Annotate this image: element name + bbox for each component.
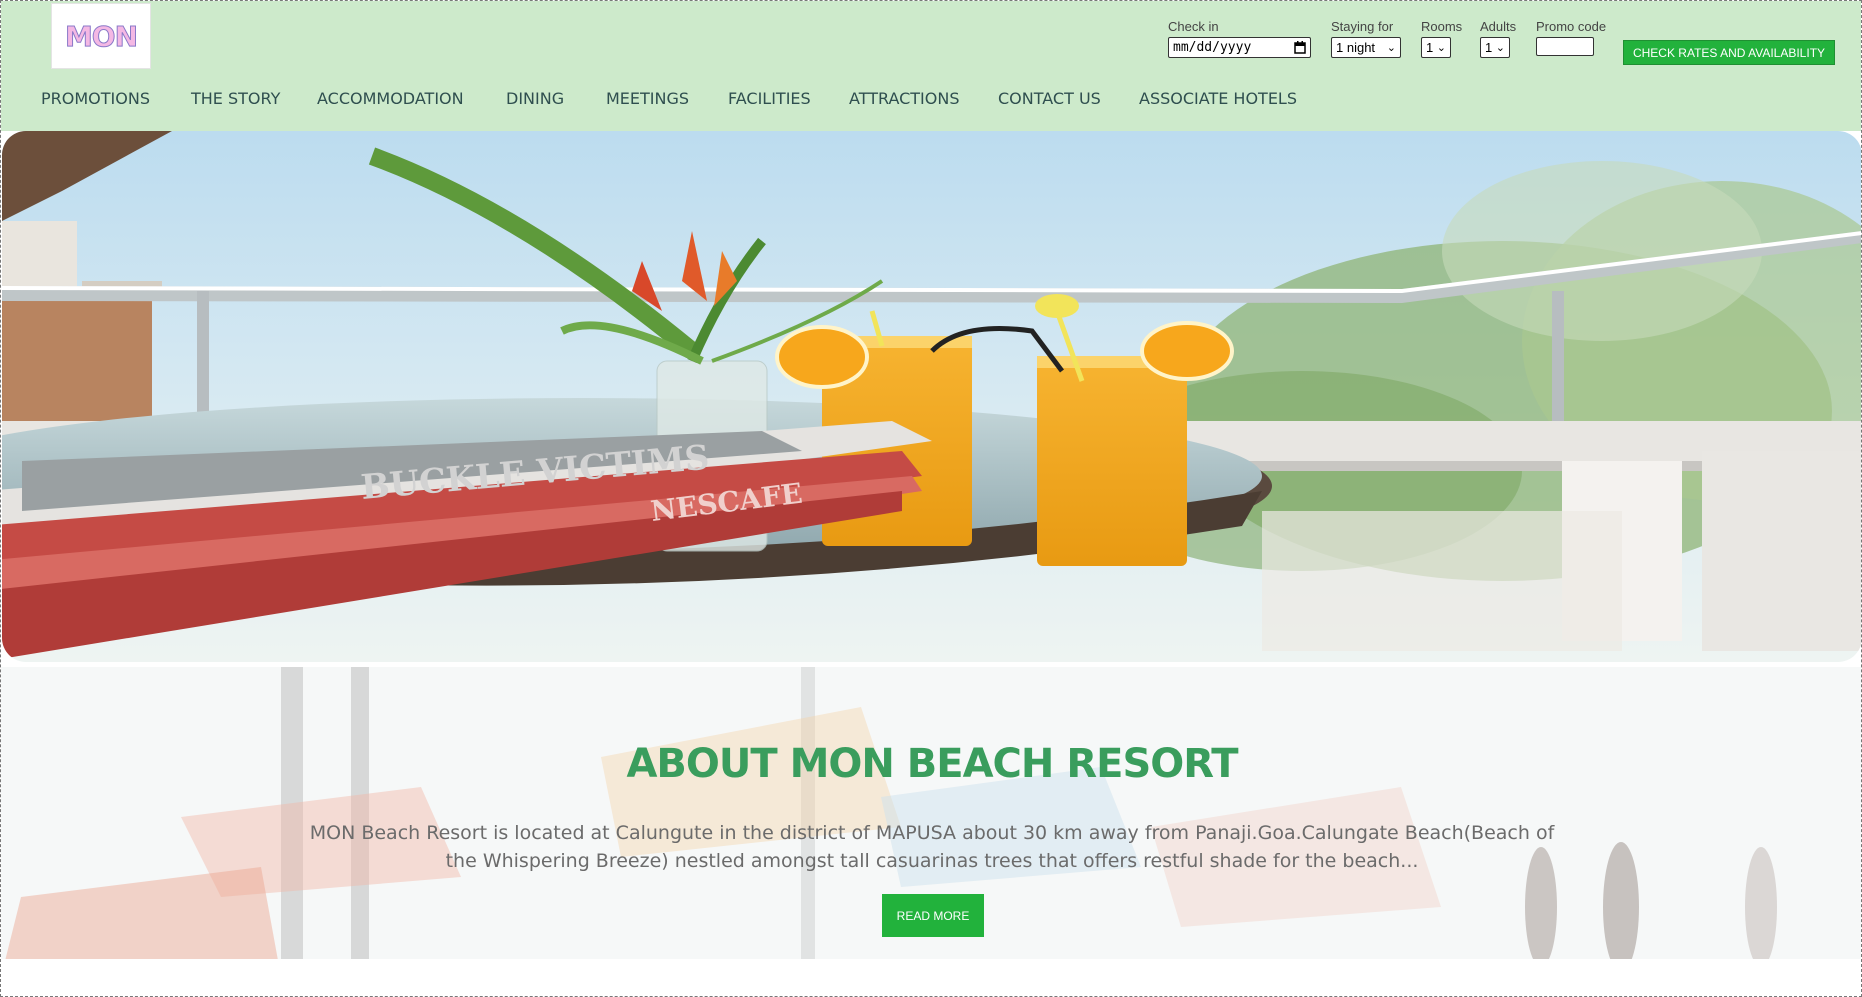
checkin-placeholder: mm/dd/yyyy [1173, 40, 1252, 55]
about-description: MON Beach Resort is located at Calungute… [309, 822, 1555, 872]
checkin-date-input[interactable]: mm/dd/yyyy [1168, 37, 1311, 58]
nav-item-attractions[interactable]: ATTRACTIONS [849, 89, 959, 108]
read-more-button[interactable]: READ MORE [882, 894, 984, 937]
page-frame: MON Check in mm/dd/yyyy Staying for 1 ni… [0, 0, 1862, 997]
nav-item-contact-us[interactable]: CONTACT US [998, 89, 1101, 108]
nav-item-meetings[interactable]: MEETINGS [606, 89, 689, 108]
check-rates-button[interactable]: CHECK RATES AND AVAILABILITY [1623, 40, 1835, 65]
adults-select[interactable]: 1 ⌄ [1480, 37, 1510, 58]
about-title: ABOUT MON BEACH RESORT [626, 741, 1238, 787]
nav-item-dining[interactable]: DINING [506, 89, 564, 108]
chevron-down-icon: ⌄ [1436, 41, 1446, 54]
rooms-value: 1 [1426, 40, 1434, 55]
booking-form: Check in mm/dd/yyyy Staying for 1 night … [1, 19, 1861, 79]
site-header: MON Check in mm/dd/yyyy Staying for 1 ni… [1, 1, 1861, 131]
chevron-down-icon: ⌄ [1386, 41, 1396, 54]
nav-item-accommodation[interactable]: ACCOMMODATION [317, 89, 464, 108]
about-section: ABOUT MON BEACH RESORT MON Beach Resort … [1, 667, 1861, 977]
rooms-label: Rooms [1421, 19, 1463, 34]
staying-select[interactable]: 1 night ⌄ [1331, 37, 1401, 58]
hero-banner: BUCKLE VICTIMS NESCAFE [2, 131, 1861, 662]
nav-item-facilities[interactable]: FACILITIES [728, 89, 811, 108]
hero-image: BUCKLE VICTIMS NESCAFE [2, 131, 1861, 662]
staying-field-group: Staying for 1 night ⌄ [1331, 19, 1401, 58]
main-nav: PROMOTIONS THE STORY ACCOMMODATION DININ… [1, 89, 1401, 113]
nav-item-the-story[interactable]: THE STORY [191, 89, 280, 108]
staying-value: 1 night [1336, 40, 1376, 55]
calendar-icon[interactable] [1294, 41, 1306, 57]
adults-value: 1 [1485, 40, 1493, 55]
adults-field-group: Adults 1 ⌄ [1480, 19, 1516, 58]
nav-item-promotions[interactable]: PROMOTIONS [41, 89, 150, 108]
chevron-down-icon: ⌄ [1495, 41, 1505, 54]
promo-field-group: Promo code [1536, 19, 1606, 56]
rooms-select[interactable]: 1 ⌄ [1421, 37, 1451, 58]
checkin-field-group: Check in mm/dd/yyyy [1168, 19, 1311, 58]
rooms-field-group: Rooms 1 ⌄ [1421, 19, 1462, 58]
promo-code-input[interactable] [1536, 37, 1594, 56]
staying-label: Staying for [1331, 19, 1394, 34]
adults-label: Adults [1480, 19, 1517, 34]
promo-label: Promo code [1536, 19, 1607, 34]
nav-item-associate-hotels[interactable]: ASSOCIATE HOTELS [1139, 89, 1297, 108]
checkin-label: Check in [1168, 19, 1219, 34]
